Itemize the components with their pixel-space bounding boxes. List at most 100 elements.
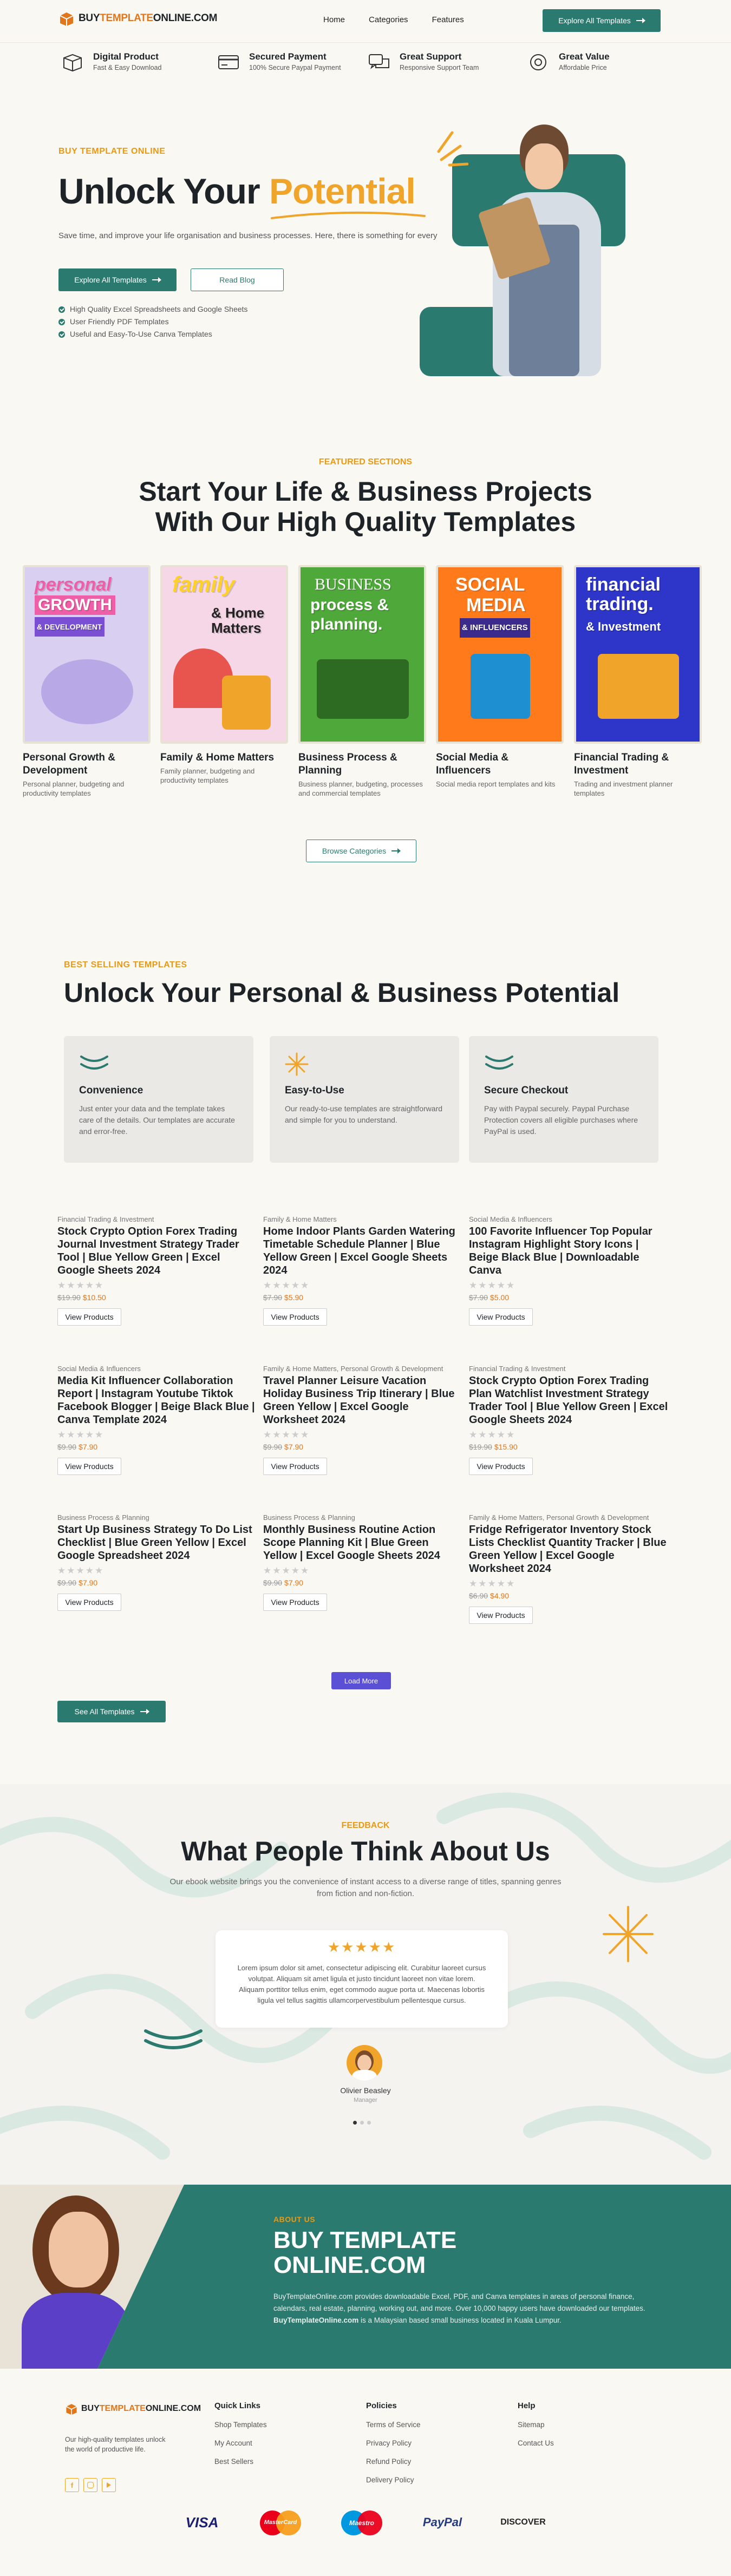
about-title-line2: ONLINE.COM xyxy=(273,2252,426,2278)
instagram-icon[interactable] xyxy=(83,2478,97,2492)
product-title[interactable]: Stock Crypto Option Forex Trading Journa… xyxy=(57,1225,258,1277)
value-icon xyxy=(530,54,546,70)
about-title-line1: BUY TEMPLATE xyxy=(273,2227,457,2253)
view-products-button[interactable]: View Products xyxy=(57,1308,121,1326)
product-category[interactable]: Financial Trading & Investment xyxy=(469,1364,669,1373)
view-products-button[interactable]: View Products xyxy=(263,1458,327,1475)
product-title[interactable]: Stock Crypto Option Forex Trading Plan W… xyxy=(469,1374,669,1426)
footer-link[interactable]: Terms of Service xyxy=(366,2416,421,2434)
check-item-text: High Quality Excel Spreadsheets and Goog… xyxy=(70,305,248,313)
product-price: $9.90 $7.90 xyxy=(263,1578,464,1587)
view-products-button[interactable]: View Products xyxy=(469,1458,533,1475)
box-logo-icon xyxy=(66,2404,77,2415)
hero-image xyxy=(420,111,636,376)
rating-stars-icon: ★★★★★ xyxy=(263,1430,310,1440)
benefit-card: Secure Checkout Pay with Paypal securely… xyxy=(469,1036,658,1163)
facebook-icon[interactable]: f xyxy=(65,2478,79,2492)
rating-stars-icon: ★★★★★ xyxy=(57,1280,105,1290)
category-card[interactable]: family & Home Matters Family & Home Matt… xyxy=(160,565,288,785)
underline-swoosh-icon xyxy=(271,211,426,219)
old-price: $6.90 xyxy=(469,1591,488,1600)
youtube-icon[interactable] xyxy=(102,2478,116,2492)
nav-features[interactable]: Features xyxy=(432,15,464,24)
view-products-button[interactable]: View Products xyxy=(57,1594,121,1611)
category-name: Financial Trading & Investment xyxy=(574,752,669,776)
sale-price: $7.90 xyxy=(79,1443,98,1451)
avatar xyxy=(347,2045,382,2081)
product-category[interactable]: Social Media & Influencers xyxy=(57,1364,258,1373)
footer-link[interactable]: Privacy Policy xyxy=(366,2434,421,2453)
feature-title: Great Value xyxy=(559,51,610,62)
load-more-button[interactable]: Load More xyxy=(331,1672,391,1689)
hero-explore-button[interactable]: Explore All Templates xyxy=(58,268,177,291)
logo-text-2: TEMPLATE xyxy=(99,2404,146,2413)
category-image-text: GROWTH xyxy=(35,595,115,615)
view-products-button[interactable]: View Products xyxy=(469,1308,533,1326)
wave-icon xyxy=(80,1056,108,1070)
header-explore-button[interactable]: Explore All Templates xyxy=(543,9,661,32)
product-card: Family & Home Matters Home Indoor Plants… xyxy=(263,1215,464,1326)
footer-link[interactable]: Best Sellers xyxy=(214,2453,267,2471)
nav-categories[interactable]: Categories xyxy=(369,15,408,24)
carousel-dot[interactable] xyxy=(367,2121,371,2125)
product-category[interactable]: Business Process & Planning xyxy=(57,1513,258,1522)
site-logo[interactable]: BUYTEMPLATEONLINE.COM xyxy=(58,10,217,27)
check-item-text: Useful and Easy-To-Use Canva Templates xyxy=(70,330,212,338)
carousel-dot[interactable] xyxy=(360,2121,364,2125)
sale-price: $10.50 xyxy=(82,1293,106,1302)
product-category[interactable]: Family & Home Matters, Personal Growth &… xyxy=(469,1513,669,1522)
read-blog-button[interactable]: Read Blog xyxy=(191,268,284,291)
category-card[interactable]: financial trading. & Investment Financia… xyxy=(574,565,702,798)
product-category[interactable]: Business Process & Planning xyxy=(263,1513,464,1522)
view-products-button[interactable]: View Products xyxy=(263,1308,327,1326)
product-title[interactable]: 100 Favorite Influencer Top Popular Inst… xyxy=(469,1225,669,1277)
footer-link[interactable]: Sitemap xyxy=(518,2416,554,2434)
product-category[interactable]: Family & Home Matters, Personal Growth &… xyxy=(263,1364,464,1373)
sale-price: $7.90 xyxy=(284,1443,304,1451)
product-category[interactable]: Financial Trading & Investment xyxy=(57,1215,258,1224)
category-image-text: planning. xyxy=(310,615,383,633)
footer-link[interactable]: My Account xyxy=(214,2434,267,2453)
footer-link[interactable]: Refund Policy xyxy=(366,2453,421,2471)
category-image-text: SOCIAL xyxy=(455,574,525,595)
nav-home[interactable]: Home xyxy=(323,15,345,24)
feature-title: Secured Payment xyxy=(249,51,327,62)
testimonial-quote: Lorem ipsum dolor sit amet, consectetur … xyxy=(237,1964,486,2004)
see-all-templates-button[interactable]: See All Templates xyxy=(57,1701,166,1722)
benefit-card: Easy-to-Use Our ready-to-use templates a… xyxy=(270,1036,459,1163)
footer-link[interactable]: Shop Templates xyxy=(214,2416,267,2434)
view-products-button[interactable]: View Products xyxy=(57,1458,121,1475)
product-title[interactable]: Travel Planner Leisure Vacation Holiday … xyxy=(263,1374,464,1426)
footer-logo[interactable]: BUYTEMPLATEONLINE.COM xyxy=(65,2402,201,2415)
product-category[interactable]: Social Media & Influencers xyxy=(469,1215,669,1224)
category-card[interactable]: BUSINESS process & planning. Business Pr… xyxy=(298,565,426,798)
footer-tagline: Our high-quality templates unlock the wo… xyxy=(65,2436,166,2453)
product-category[interactable]: Family & Home Matters xyxy=(263,1215,464,1224)
carousel-dot-active[interactable] xyxy=(353,2121,357,2125)
browse-categories-button[interactable]: Browse Categories xyxy=(306,840,416,862)
product-title[interactable]: Media Kit Influencer Collaboration Repor… xyxy=(57,1374,258,1426)
product-title[interactable]: Start Up Business Strategy To Do List Ch… xyxy=(57,1523,258,1562)
view-products-button[interactable]: View Products xyxy=(469,1607,533,1624)
category-card[interactable]: personal GROWTH & DEVELOPMENT Personal G… xyxy=(23,565,151,798)
footer-col-quick-links: Quick Links Shop Templates My Account Be… xyxy=(214,2401,267,2471)
category-name: Family & Home Matters xyxy=(160,752,275,763)
view-products-button[interactable]: View Products xyxy=(263,1594,327,1611)
footer-link[interactable]: Contact Us xyxy=(518,2434,554,2453)
product-title[interactable]: Fridge Refrigerator Inventory Stock List… xyxy=(469,1523,669,1575)
product-card: Business Process & Planning Monthly Busi… xyxy=(263,1513,464,1611)
sale-price: $7.90 xyxy=(284,1578,304,1587)
about-section: ABOUT US BUY TEMPLATE ONLINE.COM BuyTempl… xyxy=(0,2185,731,2369)
arrow-right-icon xyxy=(140,1709,149,1714)
category-image: personal GROWTH & DEVELOPMENT xyxy=(23,565,151,744)
category-card[interactable]: SOCIAL MEDIA & INFLUENCERS Social Media … xyxy=(436,565,564,789)
mastercard-text: MasterCard xyxy=(264,2519,297,2526)
about-desc-c: is a Malaysian based small business loca… xyxy=(358,2316,562,2324)
footer-link[interactable]: Delivery Policy xyxy=(366,2471,421,2489)
product-title[interactable]: Home Indoor Plants Garden Watering Timet… xyxy=(263,1225,464,1277)
product-title[interactable]: Monthly Business Routine Action Scope Pl… xyxy=(263,1523,464,1562)
category-image: financial trading. & Investment xyxy=(574,565,702,744)
category-desc: Trading and investment planner templates xyxy=(574,780,673,797)
featured-title: Start Your Life & Business Projects With … xyxy=(0,476,731,537)
check-circle-icon xyxy=(58,318,65,325)
